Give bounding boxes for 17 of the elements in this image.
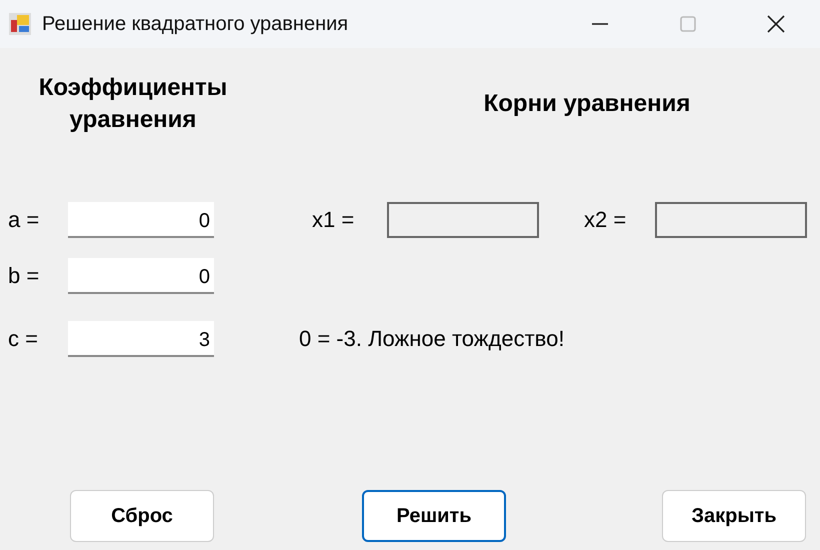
input-field[interactable]: 0 [68,202,214,238]
dialog-button[interactable]: Сброс [70,490,214,542]
close-icon[interactable] [766,14,786,34]
dialog-button[interactable]: Решить [362,490,506,542]
coefficient-label: b = [8,263,40,289]
dialog-button[interactable]: Закрыть [662,490,806,542]
coefficient-label: a = [8,207,40,233]
app-icon [8,12,32,36]
input-field[interactable]: 0 [68,258,214,294]
coefficient-label: c = [8,326,39,352]
section-heading: Корни уравнения [482,89,692,119]
root-label: x1 = [312,207,356,233]
section-heading: Коэффициенты уравнения [38,73,228,135]
window-title: Решение квадратного уравнения [42,12,348,36]
input-field[interactable]: 3 [68,321,214,357]
result-message: 0 = -3. Ложное тождество! [299,326,564,352]
root-label: x2 = [584,207,628,233]
